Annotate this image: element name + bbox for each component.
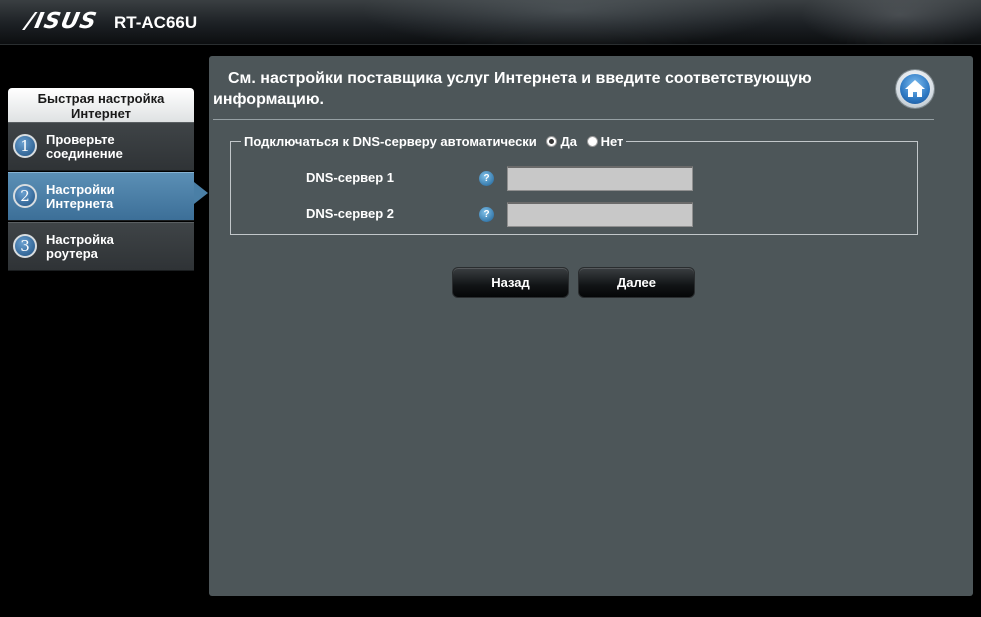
sidebar-step-label-line1: Проверьте: [46, 132, 115, 147]
help-icon[interactable]: ?: [479, 207, 494, 222]
home-icon: [900, 74, 930, 104]
sidebar-step-check-connection[interactable]: 1 Проверьте соединение: [8, 122, 194, 171]
dns-auto-row: Подключаться к DNS-серверу автоматически…: [241, 134, 626, 149]
quick-setup-title-line1: Быстрая настройка: [37, 91, 165, 106]
dns-auto-no-label[interactable]: Нет: [601, 134, 624, 149]
sidebar-step-label: Настройка роутера: [46, 233, 114, 261]
model-name: RT-AC66U: [114, 13, 198, 32]
quick-setup-title-line2: Интернет: [70, 106, 131, 121]
step-number-icon: 1: [13, 134, 37, 158]
sidebar-step-label-line2: соединение: [46, 146, 123, 161]
step-number-icon: 3: [13, 234, 37, 258]
sidebar-step-router-setup[interactable]: 3 Настройка роутера: [8, 222, 194, 271]
dns-auto-label: Подключаться к DNS-серверу автоматически: [244, 134, 537, 149]
dns-auto-yes-label[interactable]: Да: [560, 134, 577, 149]
title-divider: [213, 119, 934, 120]
dns-auto-no-radio[interactable]: [586, 136, 598, 147]
active-step-arrow-icon: [194, 182, 208, 204]
dns-server-1-input[interactable]: [507, 166, 693, 191]
dns-server-2-input[interactable]: [507, 202, 693, 227]
dns-settings-group: Подключаться к DNS-серверу автоматически…: [230, 134, 918, 235]
banner-highlight: [360, 0, 780, 44]
banner-highlight: [800, 0, 981, 44]
sidebar-step-label-line2: роутера: [46, 246, 98, 261]
main-panel: См. настройки поставщика услуг Интернета…: [209, 56, 973, 596]
quick-setup-title: Быстрая настройка Интернет: [8, 88, 194, 122]
next-button[interactable]: Далее: [578, 267, 695, 298]
sidebar-step-internet-settings[interactable]: 2 Настройки Интернета: [8, 172, 194, 221]
sidebar-step-label-line1: Настройки: [46, 182, 115, 197]
sidebar-step-label: Проверьте соединение: [46, 133, 123, 161]
help-icon[interactable]: ?: [479, 171, 494, 186]
dns-server-1-label: DNS-сервер 1: [306, 170, 395, 185]
sidebar-step-label-line2: Интернета: [46, 196, 114, 211]
dns-server-2-label: DNS-сервер 2: [306, 206, 395, 221]
sidebar-step-label-line1: Настройка: [46, 232, 114, 247]
sidebar-step-label: Настройки Интернета: [46, 183, 115, 211]
step-number-icon: 2: [13, 184, 37, 208]
home-button[interactable]: [896, 70, 934, 108]
asus-logo: /ISUS: [23, 9, 100, 34]
dns-auto-yes-radio[interactable]: [546, 136, 558, 147]
page-title: См. настройки поставщика услуг Интернета…: [213, 70, 812, 108]
top-banner: /ISUS RT-AC66U: [0, 0, 981, 45]
back-button[interactable]: Назад: [452, 267, 569, 298]
